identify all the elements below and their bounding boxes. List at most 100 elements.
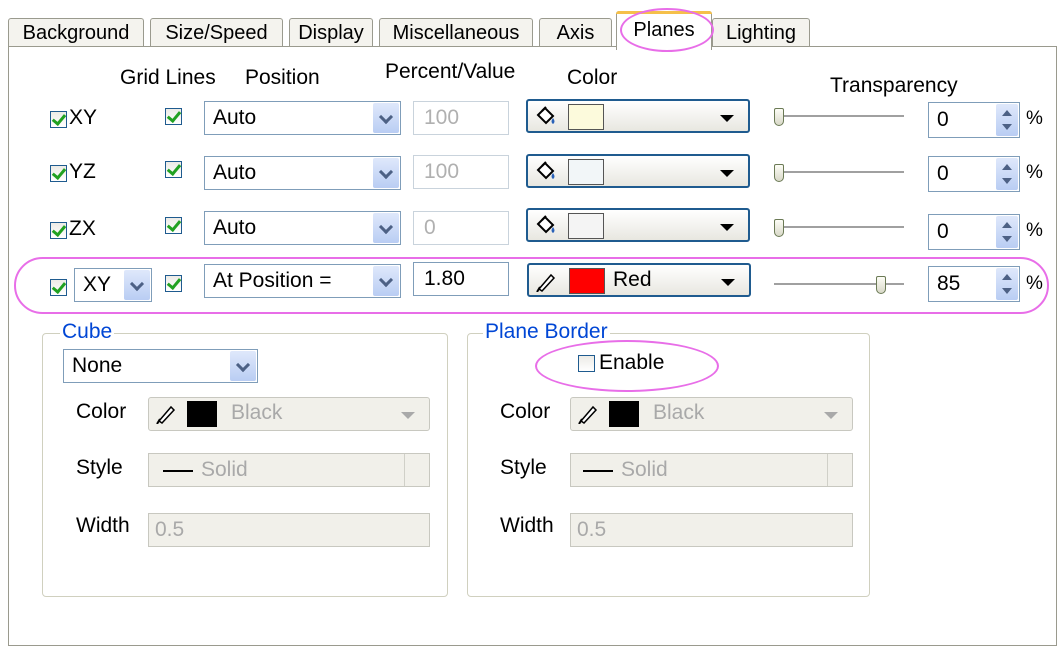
spin-value: 0 xyxy=(937,108,949,131)
extra-plane-color-picker[interactable]: Red xyxy=(527,263,751,297)
cube-color-picker[interactable]: Black xyxy=(148,397,430,431)
plane-border-style-label: Style xyxy=(500,456,547,479)
spin-arrows-icon[interactable] xyxy=(996,104,1018,136)
spin-value: 85 xyxy=(937,272,961,295)
extra-plane-grid-checkbox[interactable] xyxy=(165,275,182,292)
cube-style-select[interactable]: Solid xyxy=(148,453,430,487)
plane-border-legend: Plane Border xyxy=(483,320,610,343)
plane-border-width-select[interactable]: 0.5 xyxy=(570,513,853,547)
spin-value: 0 xyxy=(937,162,949,185)
plane-zx-grid-checkbox[interactable] xyxy=(165,217,182,234)
color-swatch xyxy=(568,213,604,239)
chevron-down-icon xyxy=(405,514,429,546)
chevron-down-icon xyxy=(720,224,734,231)
paint-bucket-icon xyxy=(536,215,555,234)
header-percent-value: Percent/Value xyxy=(385,60,516,83)
plane-border-enable-checkbox[interactable] xyxy=(578,355,595,372)
cube-width-label: Width xyxy=(76,514,130,537)
chevron-down-icon xyxy=(230,351,256,381)
line-sample-icon xyxy=(163,470,193,472)
plane-xy-transparency-slider[interactable] xyxy=(774,108,784,126)
plane-yz-transparency-slider[interactable] xyxy=(774,164,784,182)
plane-zx-transparency-track xyxy=(774,226,904,229)
plane-zx-value-input[interactable]: 0 xyxy=(413,211,509,245)
select-value: Auto xyxy=(213,106,257,129)
pen-icon xyxy=(536,273,556,292)
plane-xy-label: XY xyxy=(69,106,98,129)
plane-zx-checkbox[interactable] xyxy=(50,222,67,239)
plane-xy-checkbox[interactable] xyxy=(50,111,67,128)
extra-plane-transparency-slider[interactable] xyxy=(876,276,886,294)
plane-xy-value-input[interactable]: 100 xyxy=(413,101,509,135)
plane-zx-color-picker[interactable] xyxy=(526,208,750,242)
plane-border-width-label: Width xyxy=(500,514,554,537)
color-name: Black xyxy=(231,401,283,424)
header-transparency: Transparency xyxy=(830,74,958,97)
extra-plane-selector[interactable]: XY xyxy=(74,268,152,302)
plane-border-color-picker[interactable]: Black xyxy=(570,397,853,431)
chevron-down-icon xyxy=(828,514,852,546)
cube-width-select[interactable]: 0.5 xyxy=(148,513,430,547)
select-value: XY xyxy=(83,273,112,296)
extra-plane-position-select[interactable]: At Position = xyxy=(204,264,401,298)
plane-zx-label: ZX xyxy=(69,217,96,240)
spin-arrows-icon[interactable] xyxy=(996,268,1018,300)
plane-yz-grid-checkbox[interactable] xyxy=(165,161,182,178)
spin-value: 0 xyxy=(937,220,949,243)
color-swatch xyxy=(569,268,605,294)
chevron-down-icon xyxy=(720,170,734,177)
color-swatch xyxy=(187,401,217,427)
plane-yz-color-picker[interactable] xyxy=(526,154,750,188)
color-name: Red xyxy=(613,268,652,291)
plane-yz-transparency-track xyxy=(774,171,904,174)
extra-plane-value-input[interactable]: 1.80 xyxy=(413,262,509,296)
chevron-down-icon xyxy=(373,103,399,133)
plane-yz-transparency-spin[interactable]: 0 xyxy=(928,156,1020,192)
plane-border-style-select[interactable]: Solid xyxy=(570,453,853,487)
spin-arrows-icon[interactable] xyxy=(996,158,1018,190)
select-value: Solid xyxy=(201,458,248,481)
select-value: 0.5 xyxy=(155,518,185,541)
chevron-down-icon xyxy=(721,279,735,286)
color-swatch xyxy=(609,401,639,427)
chevron-down-icon xyxy=(373,213,399,243)
header-color: Color xyxy=(567,66,618,89)
line-sample-icon xyxy=(583,470,613,472)
select-value: 0.5 xyxy=(577,518,607,541)
plane-yz-checkbox[interactable] xyxy=(50,165,67,182)
plane-yz-label: YZ xyxy=(69,160,96,183)
plane-zx-transparency-slider[interactable] xyxy=(774,219,784,237)
color-swatch xyxy=(568,159,604,185)
plane-border-color-label: Color xyxy=(500,400,551,423)
color-name: Black xyxy=(653,401,705,424)
cube-style-label: Style xyxy=(76,456,123,479)
extra-plane-transparency-spin[interactable]: 85 xyxy=(928,266,1020,302)
chevron-down-icon xyxy=(373,158,399,188)
spin-arrows-icon[interactable] xyxy=(996,216,1018,248)
percent-sign: % xyxy=(1026,220,1043,241)
plane-xy-grid-checkbox[interactable] xyxy=(165,108,182,125)
plane-xy-transparency-spin[interactable]: 0 xyxy=(928,102,1020,138)
percent-sign: % xyxy=(1026,108,1043,129)
cube-select[interactable]: None xyxy=(63,349,258,383)
plane-zx-transparency-spin[interactable]: 0 xyxy=(928,214,1020,250)
cube-legend: Cube xyxy=(60,320,115,343)
select-value: None xyxy=(72,354,123,377)
header-position: Position xyxy=(245,66,320,89)
percent-sign: % xyxy=(1026,162,1043,183)
plane-zx-position-select[interactable]: Auto xyxy=(204,211,401,245)
select-value: Solid xyxy=(621,458,668,481)
select-value: Auto xyxy=(213,161,257,184)
plane-xy-color-picker[interactable] xyxy=(526,99,750,133)
chevron-down-icon xyxy=(824,412,838,419)
chevron-down-icon xyxy=(124,270,150,300)
plane-yz-value-input[interactable]: 100 xyxy=(413,155,509,189)
percent-sign: % xyxy=(1026,273,1043,294)
extra-plane-checkbox[interactable] xyxy=(50,279,67,296)
plane-xy-position-select[interactable]: Auto xyxy=(204,101,401,135)
pen-icon xyxy=(578,405,598,424)
plane-yz-position-select[interactable]: Auto xyxy=(204,156,401,190)
cube-color-label: Color xyxy=(76,400,127,423)
select-value: Auto xyxy=(213,216,257,239)
chevron-down-icon xyxy=(720,115,734,122)
